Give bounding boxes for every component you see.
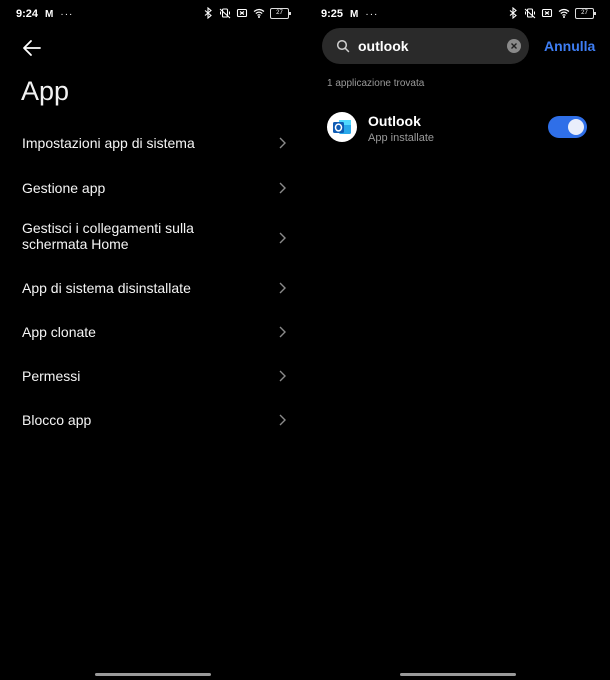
menu-item-label: Blocco app: [22, 412, 92, 428]
menu-item-label: Impostazioni app di sistema: [22, 135, 195, 151]
chevron-right-icon: [279, 232, 286, 244]
app-result-row[interactable]: Outlook App installate: [327, 110, 592, 146]
menu-item-manage-apps[interactable]: Gestione app: [0, 166, 305, 210]
status-time: 9:24: [16, 8, 39, 20]
settings-menu: Impostazioni app di sistema Gestione app…: [0, 120, 305, 442]
back-arrow-icon[interactable]: [20, 36, 44, 60]
menu-item-label: Permessi: [22, 368, 81, 384]
chevron-right-icon: [279, 326, 286, 338]
wifi-icon: [558, 8, 570, 18]
no-sim-icon: [236, 8, 248, 18]
chevron-right-icon: [279, 137, 286, 149]
status-icons: 27: [507, 7, 596, 19]
bluetooth-icon: [204, 7, 212, 19]
menu-item-uninstalled-system-apps[interactable]: App di sistema disinstallate: [0, 266, 305, 310]
app-toggle[interactable]: [548, 116, 587, 138]
gmail-icon: M: [350, 8, 359, 20]
more-dots-icon: ···: [365, 8, 379, 20]
battery-icon: 27: [575, 7, 596, 19]
app-name: Outlook: [368, 113, 421, 129]
status-bar: 9:25 M ··· 27: [305, 0, 610, 28]
chevron-right-icon: [279, 282, 286, 294]
toggle-knob: [568, 119, 584, 135]
home-indicator[interactable]: [94, 673, 211, 676]
wifi-icon: [253, 8, 265, 18]
search-query: outlook: [358, 38, 409, 54]
chevron-right-icon: [279, 182, 286, 194]
menu-item-app-lock[interactable]: Blocco app: [0, 398, 305, 442]
menu-item-label: Gestisci i collegamenti sulla schermata …: [22, 220, 194, 252]
page-title: App: [21, 76, 70, 106]
outlook-app-icon: [327, 112, 357, 142]
menu-item-cloned-apps[interactable]: App clonate: [0, 310, 305, 354]
vibrate-off-icon: [219, 8, 231, 19]
menu-item-label: Gestione app: [22, 180, 106, 196]
status-bar: 9:24 M ··· 27: [0, 0, 305, 28]
search-input[interactable]: outlook: [322, 28, 529, 64]
results-count: 1 applicazione trovata: [327, 78, 425, 89]
menu-item-home-shortcuts[interactable]: Gestisci i collegamenti sulla schermata …: [0, 210, 305, 266]
app-settings-screen: 9:24 M ··· 27 App Impostazioni app di si…: [0, 0, 305, 680]
app-search-screen: 9:25 M ··· 27 outlook Annulla 1 applicaz…: [305, 0, 610, 680]
status-icons: 27: [202, 7, 291, 19]
cancel-button[interactable]: Annulla: [544, 38, 595, 54]
home-indicator[interactable]: [399, 673, 516, 676]
search-icon: [336, 39, 350, 53]
menu-item-label: App di sistema disinstallate: [22, 280, 191, 296]
vibrate-off-icon: [524, 8, 536, 19]
chevron-right-icon: [279, 414, 286, 426]
chevron-right-icon: [279, 370, 286, 382]
menu-item-system-app-settings[interactable]: Impostazioni app di sistema: [0, 120, 305, 166]
battery-icon: 27: [270, 7, 291, 19]
menu-item-label: App clonate: [22, 324, 96, 340]
bluetooth-icon: [509, 7, 517, 19]
status-time: 9:25: [321, 8, 344, 20]
app-subtitle: App installate: [368, 132, 435, 144]
no-sim-icon: [541, 8, 553, 18]
menu-item-permissions[interactable]: Permessi: [0, 354, 305, 398]
gmail-icon: M: [45, 8, 54, 20]
more-dots-icon: ···: [60, 8, 74, 20]
clear-icon[interactable]: [507, 39, 521, 53]
